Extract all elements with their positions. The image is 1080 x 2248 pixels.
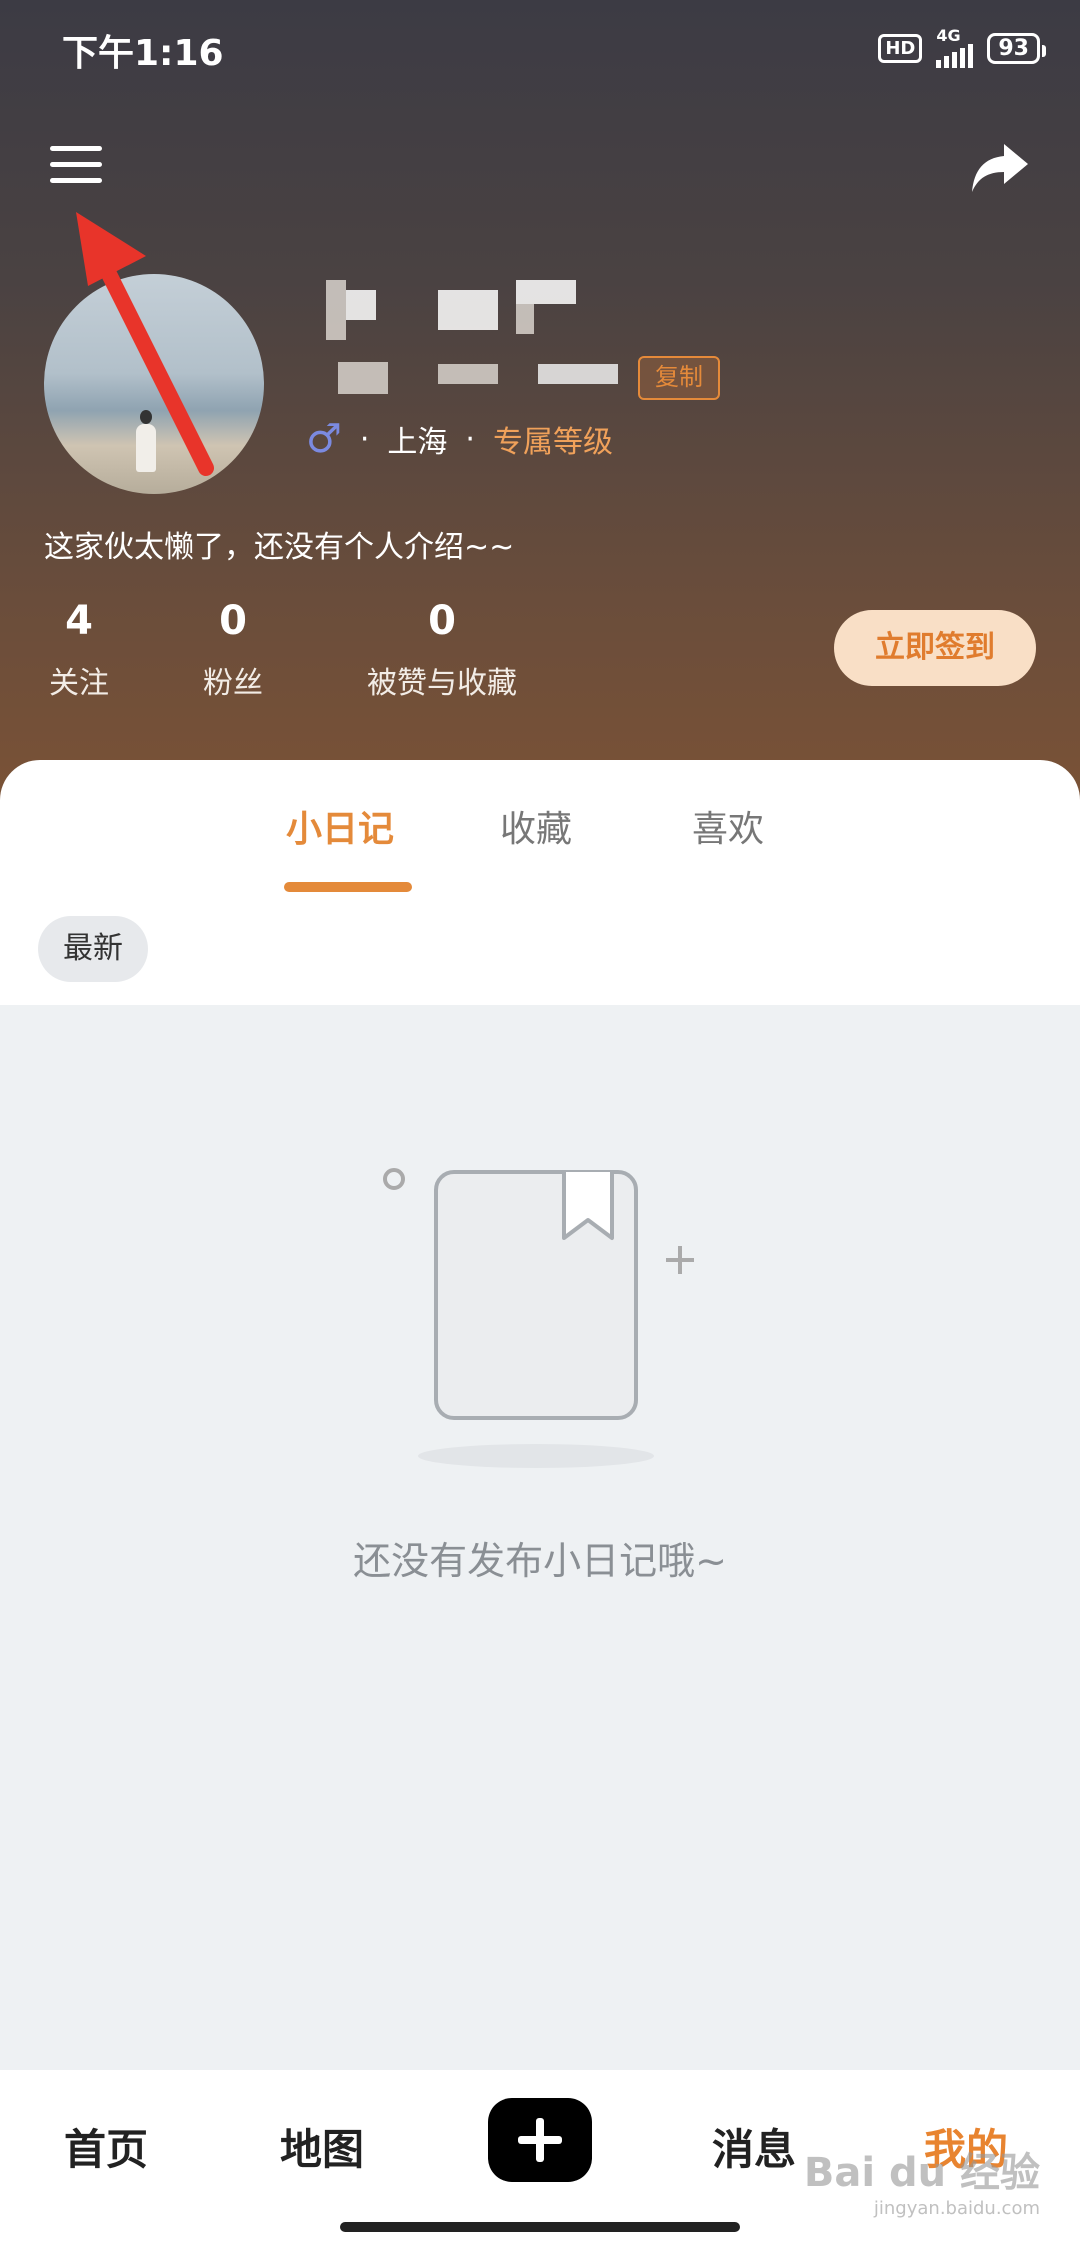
content-panel: 小日记 收藏 喜欢 最新	[0, 760, 1080, 1005]
stat-label: 关注	[49, 666, 109, 701]
profile-info-line: ♂ · 上海 · 专属等级	[306, 416, 613, 462]
tab-favorites[interactable]: 收藏	[500, 800, 572, 852]
nav-home[interactable]: 首页	[64, 2116, 148, 2177]
separator: ·	[465, 421, 475, 457]
hd-icon: HD	[878, 33, 923, 63]
level-link[interactable]: 专属等级	[493, 417, 613, 461]
male-icon: ♂	[306, 416, 342, 462]
battery-icon: 93	[987, 32, 1046, 64]
tab-indicator	[284, 882, 412, 892]
share-icon[interactable]	[968, 140, 1032, 196]
signal-icon: 4G	[936, 26, 974, 68]
status-icons: HD 4G 93	[878, 26, 1046, 68]
stat-following[interactable]: 4 关注	[44, 598, 114, 702]
stat-value: 0	[428, 598, 456, 644]
profile-header: 下午1:16 HD 4G 93 复制 ♂ · 上海 · 专属等级 这家伙太懒了，…	[0, 0, 1080, 800]
add-post-button[interactable]	[488, 2098, 592, 2182]
stat-value: 4	[65, 598, 93, 644]
stat-likes[interactable]: 0 被赞与收藏	[354, 598, 530, 702]
bio-text: 这家伙太懒了，还没有个人介绍~~	[44, 530, 515, 565]
empty-notebook-icon	[383, 1168, 694, 1468]
network-type: 4G	[936, 26, 961, 45]
nav-messages[interactable]: 消息	[712, 2116, 796, 2177]
stat-label: 粉丝	[203, 666, 263, 701]
home-indicator	[340, 2222, 740, 2232]
copy-button[interactable]: 复制	[638, 356, 720, 400]
empty-state-text: 还没有发布小日记哦~	[353, 1539, 727, 1583]
stat-fans[interactable]: 0 粉丝	[198, 598, 268, 702]
tab-diary[interactable]: 小日记	[286, 800, 394, 852]
stat-label: 被赞与收藏	[367, 666, 517, 701]
watermark-brand: Bai du 经验	[803, 2150, 1040, 2196]
watermark-url: jingyan.baidu.com	[873, 2198, 1040, 2219]
menu-icon[interactable]	[50, 146, 102, 186]
avatar[interactable]	[44, 274, 264, 494]
stat-value: 0	[219, 598, 247, 644]
separator: ·	[359, 421, 370, 457]
status-time: 下午1:16	[62, 33, 224, 74]
checkin-button[interactable]: 立即签到	[834, 610, 1036, 686]
tab-likes[interactable]: 喜欢	[692, 800, 764, 852]
status-bar: 下午1:16 HD 4G 93	[0, 0, 1080, 95]
watermark: Bai du 经验 jingyan.baidu.com	[804, 2140, 1040, 2219]
filter-chip-latest[interactable]: 最新	[38, 916, 148, 982]
nav-map[interactable]: 地图	[280, 2116, 364, 2177]
location-text: 上海	[387, 425, 448, 460]
